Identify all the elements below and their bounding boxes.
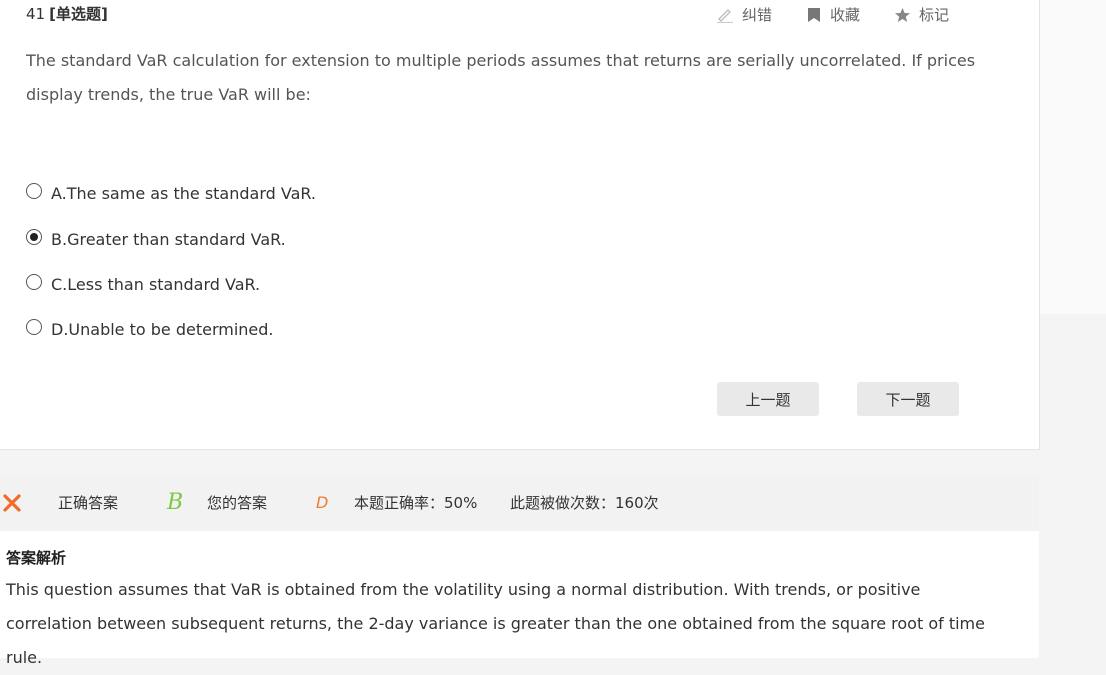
option-c-radio[interactable] [26, 274, 42, 290]
option-b[interactable]: B.Greater than standard VaR. [26, 227, 286, 251]
mark-label: 标记 [919, 6, 950, 24]
favorite-label: 收藏 [830, 6, 861, 24]
answer-result-bar: 正确答案 B 您的答案 D 本题正确率：50% 此题被做次数：160次 [0, 474, 1039, 531]
cross-icon [3, 493, 21, 512]
option-a-radio[interactable] [26, 183, 42, 199]
option-d-radio[interactable] [26, 319, 42, 335]
pencil-icon [717, 8, 733, 23]
report-error-button[interactable]: 纠错 [716, 4, 772, 25]
question-number: 41 [26, 5, 46, 23]
attempts-text: 此题被做次数：160次 [510, 494, 659, 512]
prev-question-button[interactable]: 上一题 [717, 382, 819, 416]
your-answer-label: 您的答案 [207, 494, 268, 512]
your-answer-value: D [316, 493, 329, 512]
option-b-radio[interactable] [26, 229, 42, 245]
accuracy-text: 本题正确率：50% [354, 494, 478, 512]
analysis-title: 答案解析 [6, 549, 67, 567]
option-c[interactable]: C.Less than standard VaR. [26, 272, 260, 296]
analysis-text: This question assumes that VaR is obtain… [6, 580, 985, 667]
side-panel [1040, 0, 1106, 314]
question-type: [单选题] [49, 5, 108, 23]
correct-answer-label: 正确答案 [58, 494, 119, 512]
wrong-status [2, 474, 22, 531]
question-tools: 纠错 收藏 标记 [716, 4, 949, 25]
correct-answer-value: B [167, 490, 184, 515]
favorite-button[interactable]: 收藏 [806, 4, 860, 25]
question-card: 41 [单选题] 纠错 收藏 标记 The standard VaR calcul… [0, 0, 1040, 450]
answer-analysis: 答案解析 This question assumes that VaR is o… [0, 531, 1039, 667]
bookmark-icon [808, 7, 821, 22]
option-d[interactable]: D.Unable to be determined. [26, 317, 274, 341]
option-a-label: A.The same as the standard VaR. [51, 183, 317, 203]
question-header: 41 [单选题] [26, 3, 108, 24]
question-text: The standard VaR calculation for extensi… [26, 51, 976, 104]
report-error-label: 纠错 [742, 6, 773, 24]
option-c-label: C.Less than standard VaR. [51, 274, 261, 294]
option-a[interactable]: A.The same as the standard VaR. [26, 181, 316, 205]
option-d-label: D.Unable to be determined. [51, 319, 274, 339]
mark-button[interactable]: 标记 [894, 4, 949, 25]
option-b-label: B.Greater than standard VaR. [51, 229, 286, 249]
star-icon [895, 7, 911, 22]
next-question-button[interactable]: 下一题 [857, 382, 959, 416]
